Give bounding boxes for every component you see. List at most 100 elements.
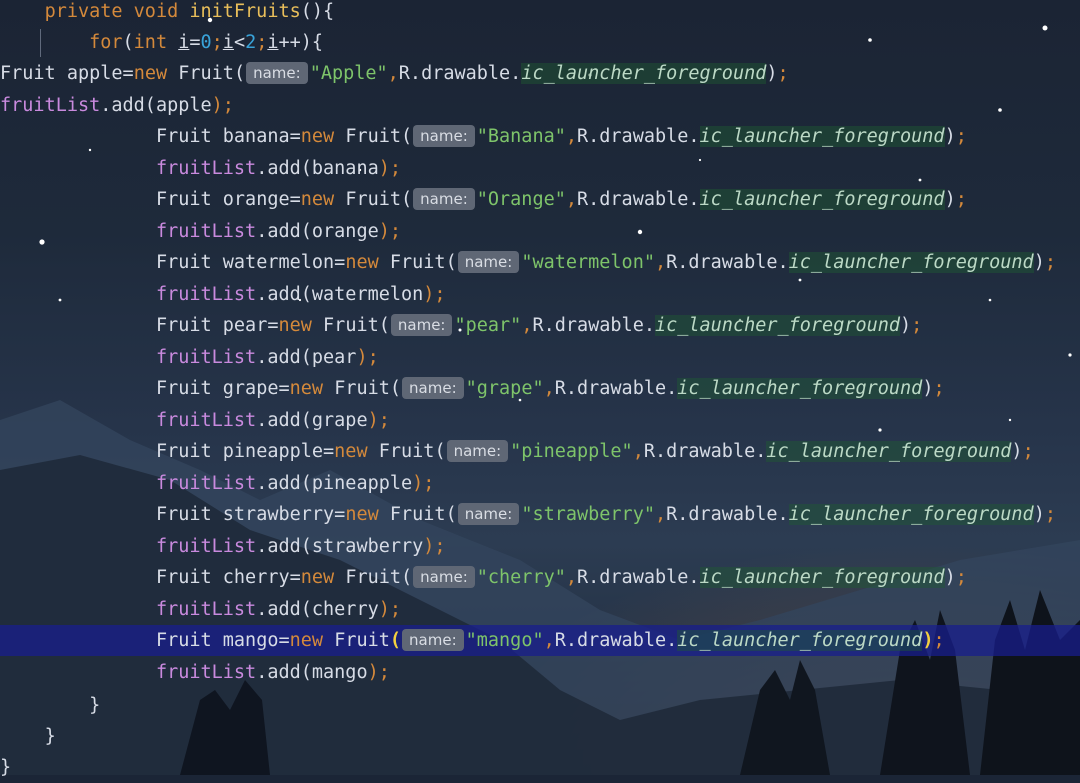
code-line-declare-banana: Fruit banana=new Fruit(name: "Banana",R.d… — [155, 125, 967, 147]
closing-brace: } — [44, 726, 56, 747]
parameter-hint: name: — [246, 62, 308, 84]
close-statement: ); — [378, 598, 401, 620]
constructor-name: Fruit — [323, 315, 379, 336]
resource-prefix: R.drawable. — [554, 378, 678, 399]
open-paren: ( — [233, 63, 246, 84]
code-line-declare-strawberry: Fruit strawberry=new Fruit(name: "strawbe… — [155, 503, 1056, 525]
constructor-name: Fruit — [178, 63, 234, 84]
code-line-add-banana: fruitList.add(banana); — [0, 153, 1080, 184]
semicolon: ; — [933, 378, 945, 399]
resource-name: ic_launcher_foreground — [677, 378, 923, 399]
resource-prefix: R.drawable. — [554, 630, 678, 651]
list-field: fruitList — [0, 94, 101, 116]
resource-name: ic_launcher_foreground — [654, 315, 901, 336]
comma: , — [543, 378, 555, 399]
close-paren: ) — [1033, 504, 1045, 525]
comma: , — [565, 126, 577, 147]
list-field: fruitList — [155, 409, 257, 431]
type-name: Fruit — [155, 315, 212, 336]
variable-argument: orange — [311, 220, 379, 242]
code-line-add-strawberry: fruitList.add(strawberry); — [0, 531, 1080, 562]
code-line-close-class: } — [0, 752, 1080, 783]
close-paren: ) — [900, 315, 912, 336]
type-name: Fruit — [155, 126, 212, 147]
resource-name: ic_launcher_foreground — [788, 252, 1034, 273]
variable-argument: watermelon — [311, 283, 424, 305]
type-name: Fruit — [155, 504, 212, 525]
close-paren: ) — [766, 63, 778, 84]
code-line-declare-mango: Fruit mango=new Fruit(name: "mango",R.dra… — [0, 625, 1080, 656]
new-keyword: new — [278, 315, 312, 336]
variable-argument: cherry — [311, 598, 379, 620]
fruit-name-string: "Banana" — [476, 126, 566, 147]
comma: , — [521, 315, 533, 336]
resource-prefix: R.drawable. — [577, 567, 700, 588]
type-name: Fruit — [155, 378, 212, 399]
code-line-add-orange: fruitList.add(orange); — [0, 216, 1080, 247]
comma: , — [565, 567, 577, 588]
method-name: initFruits — [189, 1, 301, 22]
loop-end-value: 2 — [245, 32, 257, 53]
resource-name: ic_launcher_foreground — [521, 63, 767, 84]
resource-prefix: R.drawable. — [398, 63, 522, 84]
semicolon: ; — [1044, 252, 1056, 273]
add-call: .add( — [256, 472, 312, 494]
method-modifiers: private void — [44, 1, 179, 22]
new-keyword: new — [133, 63, 168, 84]
close-paren: ) — [944, 189, 956, 210]
method-params: (){ — [300, 1, 335, 22]
code-line-add-mango: fruitList.add(mango); — [0, 657, 1080, 688]
resource-prefix: R.drawable. — [577, 126, 700, 147]
type-name: Fruit — [155, 441, 212, 462]
new-keyword: new — [289, 630, 324, 651]
close-statement: ); — [423, 283, 446, 305]
constructor-name: Fruit — [334, 630, 390, 651]
comma: , — [654, 504, 667, 525]
code-line-declare-pineapple: Fruit pineapple=new Fruit(name: "pineappl… — [155, 440, 1034, 462]
constructor-name: Fruit — [378, 441, 435, 462]
comma: , — [387, 63, 399, 84]
comma: , — [632, 441, 644, 462]
type-name: Fruit — [155, 630, 212, 651]
list-field: fruitList — [155, 535, 257, 557]
loop-semicolon: ; — [256, 32, 268, 53]
resource-prefix: R.drawable. — [643, 441, 767, 462]
code-line-close-method: } — [0, 721, 1080, 752]
new-keyword: new — [289, 378, 324, 399]
code-line-add-watermelon: fruitList.add(watermelon); — [0, 279, 1080, 310]
loop-variable: i — [222, 32, 234, 53]
parameter-hint: name: — [457, 503, 520, 525]
add-call: .add( — [256, 409, 312, 431]
closing-brace: } — [89, 695, 101, 716]
add-call: .add( — [256, 346, 312, 368]
semicolon: ; — [911, 315, 923, 336]
list-field: fruitList — [155, 157, 257, 179]
resource-name: ic_launcher_foreground — [766, 441, 1012, 462]
int-keyword: int — [133, 32, 168, 53]
list-field: fruitList — [155, 220, 257, 242]
fruit-name-string: "Orange" — [476, 189, 566, 210]
constructor-name: Fruit — [345, 126, 402, 147]
comma: , — [543, 630, 555, 651]
variable-argument: pineapple — [311, 472, 413, 494]
variable-argument: mango — [311, 661, 368, 683]
code-editor[interactable]: private void initFruits(){ for(int i=0;i… — [0, 0, 1080, 778]
add-call: .add( — [100, 94, 156, 116]
parameter-hint: name: — [457, 251, 520, 273]
fruit-name-string: "pear" — [454, 315, 522, 336]
resource-prefix: R.drawable. — [532, 315, 655, 336]
code-line-declare-apple: Fruit apple=new Fruit(name: "Apple",R.dra… — [0, 62, 789, 84]
variable-name: mango — [222, 630, 279, 651]
resource-prefix: R.drawable. — [577, 189, 700, 210]
variable-argument: apple — [155, 94, 212, 116]
loop-increment: ++){ — [278, 32, 324, 53]
variable-name: pear — [222, 315, 268, 336]
code-line-declare-orange: Fruit orange=new Fruit(name: "Orange",R.d… — [155, 188, 967, 210]
add-call: .add( — [256, 283, 312, 305]
new-keyword: new — [300, 126, 335, 147]
constructor-name: Fruit — [389, 252, 446, 273]
new-keyword: new — [300, 567, 335, 588]
constructor-name: Fruit — [389, 504, 446, 525]
parameter-hint: name: — [413, 566, 475, 588]
semicolon: ; — [955, 189, 967, 210]
